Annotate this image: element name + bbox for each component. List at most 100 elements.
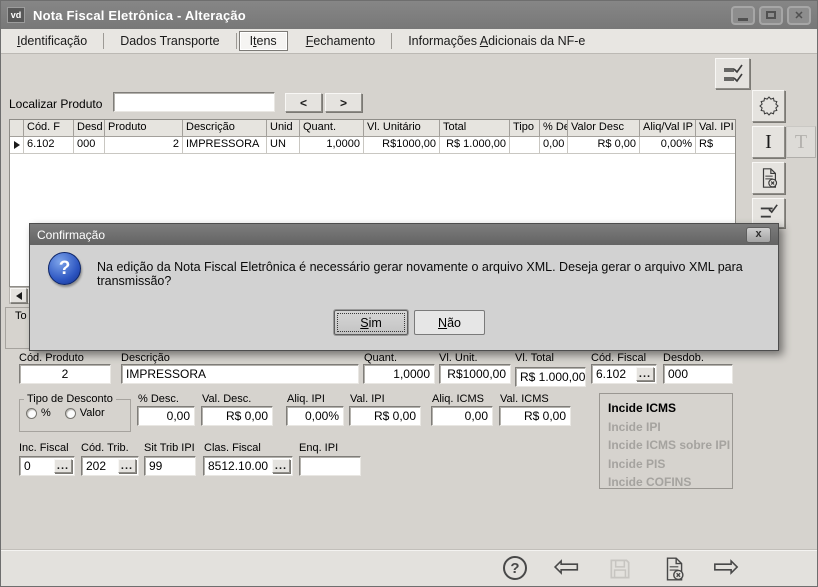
window-titlebar: vd Nota Fiscal Eletrônica - Alteração ✕ bbox=[1, 1, 817, 29]
tab-separator bbox=[103, 33, 104, 49]
descricao-field[interactable]: IMPRESSORA bbox=[121, 364, 359, 384]
val-desc-field[interactable]: R$ 0,00 bbox=[201, 406, 273, 426]
minimize-icon bbox=[738, 18, 748, 21]
seal-button[interactable] bbox=[752, 90, 785, 122]
aliq-ipi-label: Aliq. IPI bbox=[287, 393, 325, 405]
next-item-button[interactable]: > bbox=[325, 93, 362, 112]
clas-fiscal-label: Clas. Fiscal bbox=[204, 442, 261, 454]
quant-field[interactable]: 1,0000 bbox=[363, 364, 435, 384]
close-icon: ✕ bbox=[794, 9, 803, 22]
incide-cofins: Incide COFINS bbox=[608, 473, 732, 492]
tab-itens[interactable]: Itens bbox=[239, 31, 288, 51]
totals-group-label: To bbox=[15, 310, 27, 322]
item-info-button[interactable]: I bbox=[752, 126, 785, 158]
help-icon: ? bbox=[503, 556, 527, 580]
dialog-close-button[interactable]: x bbox=[746, 227, 771, 243]
val-ipi-label: Val. IPI bbox=[350, 393, 385, 405]
aliq-ipi-field[interactable]: 0,00% bbox=[286, 406, 344, 426]
radio-percent-icon bbox=[26, 408, 37, 419]
cod-fiscal-label: Cód. Fiscal bbox=[591, 352, 646, 364]
cod-trib-field[interactable]: 202 ... bbox=[81, 456, 139, 476]
app-logo-icon: vd bbox=[7, 7, 25, 23]
previous-button[interactable]: ⇦ bbox=[553, 553, 580, 579]
radio-percent[interactable]: % bbox=[26, 407, 51, 419]
save-icon bbox=[607, 556, 633, 582]
tab-informacoes-adicionais[interactable]: Informações Adicionais da NF-e bbox=[394, 31, 599, 51]
incide-pis: Incide PIS bbox=[608, 455, 732, 474]
list-check-icon bbox=[721, 62, 745, 86]
table-header-row: Cód. F Desd Produto Descrição Unid Quant… bbox=[10, 120, 735, 137]
tipo-desconto-group: Tipo de Desconto % Valor bbox=[19, 393, 131, 432]
forward-arrow-icon: ⇨ bbox=[713, 547, 740, 585]
vl-unit-field[interactable]: R$1000,00 bbox=[439, 364, 511, 384]
inc-fiscal-field[interactable]: 0 ... bbox=[19, 456, 75, 476]
bottom-toolbar: ? ⇦ ⇨ bbox=[1, 549, 817, 586]
tab-separator bbox=[391, 33, 392, 49]
quant-label: Quant. bbox=[364, 352, 397, 364]
clas-fiscal-field[interactable]: 8512.10.00 ... bbox=[203, 456, 293, 476]
document-cancel-icon bbox=[661, 556, 687, 582]
tipo-desconto-legend: Tipo de Desconto bbox=[24, 393, 116, 405]
cod-fiscal-lookup-button[interactable]: ... bbox=[636, 367, 654, 381]
desdob-field[interactable]: 000 bbox=[663, 364, 733, 384]
desdob-label: Desdob. bbox=[663, 352, 704, 364]
aliq-icms-label: Aliq. ICMS bbox=[432, 393, 484, 405]
close-button[interactable]: ✕ bbox=[787, 6, 811, 25]
tab-dados-transporte[interactable]: Dados Transporte bbox=[106, 31, 233, 51]
letter-i-icon: I bbox=[765, 131, 772, 154]
val-icms-label: Val. ICMS bbox=[500, 393, 549, 405]
yes-button[interactable]: Sim bbox=[334, 310, 408, 335]
search-label: Localizar Produto bbox=[9, 97, 102, 111]
incide-icms: Incide ICMS bbox=[608, 399, 732, 418]
cod-produto-field[interactable]: 2 bbox=[19, 364, 111, 384]
incide-icms-sobre-ipi: Incide ICMS sobre IPI bbox=[608, 436, 732, 455]
sit-trib-ipi-field[interactable]: 99 bbox=[144, 456, 196, 476]
cod-fiscal-field[interactable]: 6.102 ... bbox=[591, 364, 657, 384]
back-arrow-icon: ⇦ bbox=[553, 547, 580, 585]
inc-fiscal-lookup-button[interactable]: ... bbox=[54, 459, 72, 473]
vl-total-field[interactable]: R$ 1.000,00 bbox=[515, 367, 586, 387]
perc-desc-field[interactable]: 0,00 bbox=[137, 406, 195, 426]
dialog-titlebar: Confirmação x bbox=[30, 224, 778, 245]
table-row[interactable]: 6.102 000 2 IMPRESSORA UN 1,0000 R$1000,… bbox=[10, 137, 735, 154]
perc-desc-label: % Desc. bbox=[138, 393, 179, 405]
dialog-message: Na edição da Nota Fiscal Eletrônica é ne… bbox=[97, 260, 764, 288]
tab-separator bbox=[236, 33, 237, 49]
window-title: Nota Fiscal Eletrônica - Alteração bbox=[33, 8, 246, 23]
cod-produto-label: Cód. Produto bbox=[19, 352, 84, 364]
cancel-document-button[interactable] bbox=[661, 556, 687, 587]
help-button[interactable]: ? bbox=[503, 556, 527, 580]
maximize-icon bbox=[766, 11, 776, 19]
confirmation-dialog: Confirmação x ? Na edição da Nota Fiscal… bbox=[29, 223, 779, 351]
prev-item-button[interactable]: < bbox=[285, 93, 322, 112]
enq-ipi-field[interactable] bbox=[299, 456, 361, 476]
val-ipi-field[interactable]: R$ 0,00 bbox=[349, 406, 421, 426]
scroll-left-button[interactable] bbox=[10, 288, 27, 303]
descricao-label: Descrição bbox=[121, 352, 170, 364]
incide-panel: Incide ICMS Incide IPI Incide ICMS sobre… bbox=[599, 393, 733, 489]
radio-valor[interactable]: Valor bbox=[65, 407, 105, 419]
search-input[interactable] bbox=[113, 92, 275, 112]
tab-identificacao[interactable]: Identificação bbox=[3, 31, 101, 51]
no-button[interactable]: Não bbox=[414, 310, 485, 335]
maximize-button[interactable] bbox=[759, 6, 783, 25]
cancel-item-button[interactable] bbox=[752, 162, 785, 194]
sit-trib-ipi-label: Sit Trib IPI bbox=[144, 442, 195, 454]
aliq-icms-field[interactable]: 0,00 bbox=[431, 406, 493, 426]
minimize-button[interactable] bbox=[731, 6, 755, 25]
clas-fiscal-lookup-button[interactable]: ... bbox=[272, 459, 290, 473]
val-desc-label: Val. Desc. bbox=[202, 393, 251, 405]
tab-fechamento[interactable]: Fechamento bbox=[292, 31, 390, 51]
document-cancel-icon bbox=[758, 167, 780, 189]
val-icms-field[interactable]: R$ 0,00 bbox=[499, 406, 571, 426]
vl-total-label: Vl. Total bbox=[515, 352, 554, 364]
cod-trib-lookup-button[interactable]: ... bbox=[118, 459, 136, 473]
save-button-disabled bbox=[607, 556, 633, 587]
cod-trib-label: Cód. Trib. bbox=[81, 442, 129, 454]
dialog-close-icon: x bbox=[755, 229, 761, 240]
incide-ipi: Incide IPI bbox=[608, 418, 732, 437]
next-button[interactable]: ⇨ bbox=[713, 553, 740, 579]
mark-items-button[interactable] bbox=[715, 58, 750, 89]
radio-valor-icon bbox=[65, 408, 76, 419]
tab-strip: Identificação Dados Transporte Itens Fec… bbox=[1, 29, 817, 54]
